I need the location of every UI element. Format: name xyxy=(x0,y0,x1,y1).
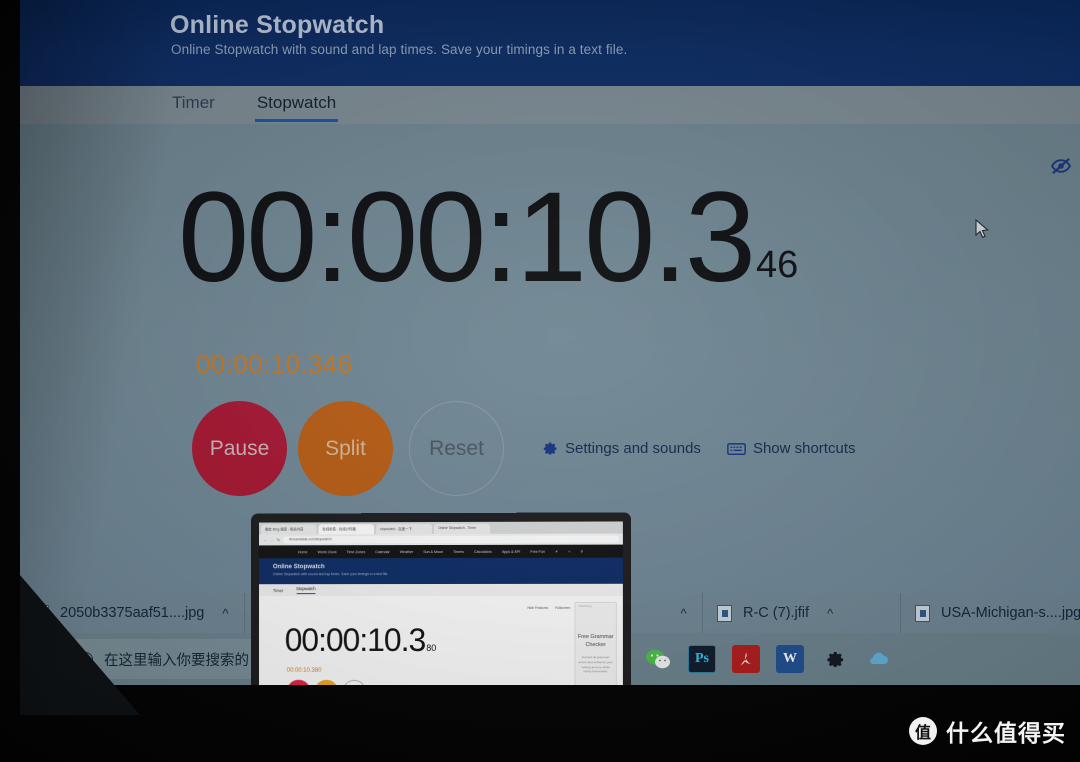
search-placeholder: 在这里输入你要搜索的 xyxy=(104,649,249,670)
nav-item[interactable]: Calendar xyxy=(375,550,390,554)
nav-item[interactable]: Time Zones xyxy=(347,550,366,554)
tab-stopwatch[interactable]: Stopwatch xyxy=(255,87,338,123)
laptop-time-fraction: 80 xyxy=(426,643,436,653)
photo-left-border xyxy=(0,0,20,762)
settings-and-sounds-link[interactable]: Settings and sounds xyxy=(541,440,701,457)
image-file-icon xyxy=(915,605,930,622)
nav-item[interactable]: Sun & Moon xyxy=(423,549,443,553)
chevron-up-icon[interactable]: ^ xyxy=(827,606,833,621)
chevron-up-icon[interactable]: ^ xyxy=(680,606,686,621)
reload-icon[interactable]: ↻ xyxy=(277,537,280,542)
laptop-site-header: Online Stopwatch Online Stopwatch with s… xyxy=(259,558,623,585)
ad-body: Correct all grammar errors and enhance y… xyxy=(575,655,615,674)
image-file-icon xyxy=(717,605,732,622)
ad-label: Advertising xyxy=(579,605,592,608)
laptop-split-time: 00:00:10.380 xyxy=(287,668,322,674)
stopwatch-display: 00:00:10.3 46 xyxy=(178,174,798,302)
nav-item[interactable]: Home xyxy=(298,550,308,554)
stopwatch-time-main: 00:00:10.3 xyxy=(178,174,753,302)
laptop-page-subtitle: Online Stopwatch with sound and lap time… xyxy=(273,572,623,577)
show-shortcuts-label: Show shortcuts xyxy=(753,440,856,457)
url-input[interactable]: timeanddate.com/stopwatch/ xyxy=(283,536,619,544)
download-item[interactable]: R-C (7).jfif ^ xyxy=(703,593,901,633)
download-name: USA-Michigan-s....jpg xyxy=(941,605,1080,621)
eye-slash-icon[interactable] xyxy=(1050,157,1072,175)
laptop-stopwatch-display: 00:00:10.3 80 xyxy=(285,624,437,656)
photo-bottom-border xyxy=(0,685,1080,762)
laptop-address-bar: ← → ↻ timeanddate.com/stopwatch/ xyxy=(259,534,623,546)
laptop-browser-tabs: 微软 Bing 搜索 - 相关内容 在线秒表 - 在线计时器 stopwatch… xyxy=(259,521,623,534)
gear-icon xyxy=(541,440,558,457)
word-icon[interactable]: W xyxy=(776,645,804,673)
nav-item[interactable]: World Clock xyxy=(317,550,336,554)
acrobat-reader-icon[interactable] xyxy=(732,645,760,673)
back-icon[interactable]: ← xyxy=(263,537,267,542)
nav-item[interactable]: Timers xyxy=(453,549,464,553)
nav-item[interactable]: Weather xyxy=(400,550,414,554)
download-name: R-C (7).jfif xyxy=(743,605,809,621)
stopwatch-time-fraction: 46 xyxy=(756,246,798,284)
browser-tab[interactable]: 在线秒表 - 在线计时器 xyxy=(318,524,374,534)
globe-icon[interactable]: ☀ xyxy=(555,549,558,553)
laptop-site-nav: Home World Clock Time Zones Calendar Wea… xyxy=(259,545,623,559)
nav-item[interactable]: Free Fun xyxy=(530,549,545,553)
onedrive-icon[interactable] xyxy=(864,645,892,673)
laptop-tab-stopwatch[interactable]: Stopwatch xyxy=(296,586,315,594)
forward-icon[interactable]: → xyxy=(270,537,274,542)
browser-tab[interactable]: 微软 Bing 搜索 - 相关内容 xyxy=(261,524,316,534)
nav-item[interactable]: Calculators xyxy=(474,549,492,553)
mouse-cursor xyxy=(975,219,989,239)
browser-tab[interactable]: stopwatch - 百度一下 xyxy=(376,524,432,534)
download-item[interactable]: USA-Michigan-s....jpg xyxy=(901,593,1080,633)
download-caret-mid[interactable]: ^ xyxy=(665,593,703,633)
tab-bar: Timer Stopwatch xyxy=(20,86,1080,124)
download-name: 2050b3375aaf51....jpg xyxy=(60,605,204,621)
share-icon[interactable]: < xyxy=(568,549,570,553)
site-header: Online Stopwatch Online Stopwatch with s… xyxy=(20,0,1080,86)
split-time: 00:00:10.346 xyxy=(196,349,353,380)
stopwatch-controls: Pause Split Reset Settings and sounds Sh… xyxy=(192,401,855,496)
keyboard-icon xyxy=(727,442,746,456)
browser-tab[interactable]: Online Stopwatch - Timer xyxy=(434,524,490,534)
laptop-tab-timer[interactable]: Timer xyxy=(273,588,283,593)
reset-button[interactable]: Reset xyxy=(409,401,504,496)
pause-button[interactable]: Pause xyxy=(192,401,287,496)
page-subtitle: Online Stopwatch with sound and lap time… xyxy=(171,42,627,57)
search-icon[interactable]: ⚲ xyxy=(581,549,584,553)
laptop-time-main: 00:00:10.3 xyxy=(285,624,426,656)
settings-and-sounds-label: Settings and sounds xyxy=(565,440,701,457)
chevron-up-icon[interactable]: ^ xyxy=(222,606,228,621)
laptop-page-title: Online Stopwatch xyxy=(273,563,623,571)
photoshop-icon[interactable]: Ps xyxy=(688,645,716,673)
page-title: Online Stopwatch xyxy=(170,11,384,40)
hide-features-link[interactable]: Hide Features xyxy=(527,606,548,610)
laptop-feature-links: Hide Features Fullscreen xyxy=(527,606,570,610)
wechat-icon[interactable] xyxy=(644,645,672,673)
ad-headline: Free Grammar Checker xyxy=(575,633,615,649)
fullscreen-link[interactable]: Fullscreen xyxy=(555,606,570,610)
settings-gear-icon[interactable] xyxy=(820,645,848,673)
show-shortcuts-link[interactable]: Show shortcuts xyxy=(727,440,856,457)
screenshot-root: Online Stopwatch Online Stopwatch with s… xyxy=(0,0,1080,762)
tab-timer[interactable]: Timer xyxy=(170,87,217,123)
nav-item[interactable]: Apps & API xyxy=(502,549,520,553)
laptop-tab-bar: Timer Stopwatch xyxy=(259,584,623,596)
split-button[interactable]: Split xyxy=(298,401,393,496)
